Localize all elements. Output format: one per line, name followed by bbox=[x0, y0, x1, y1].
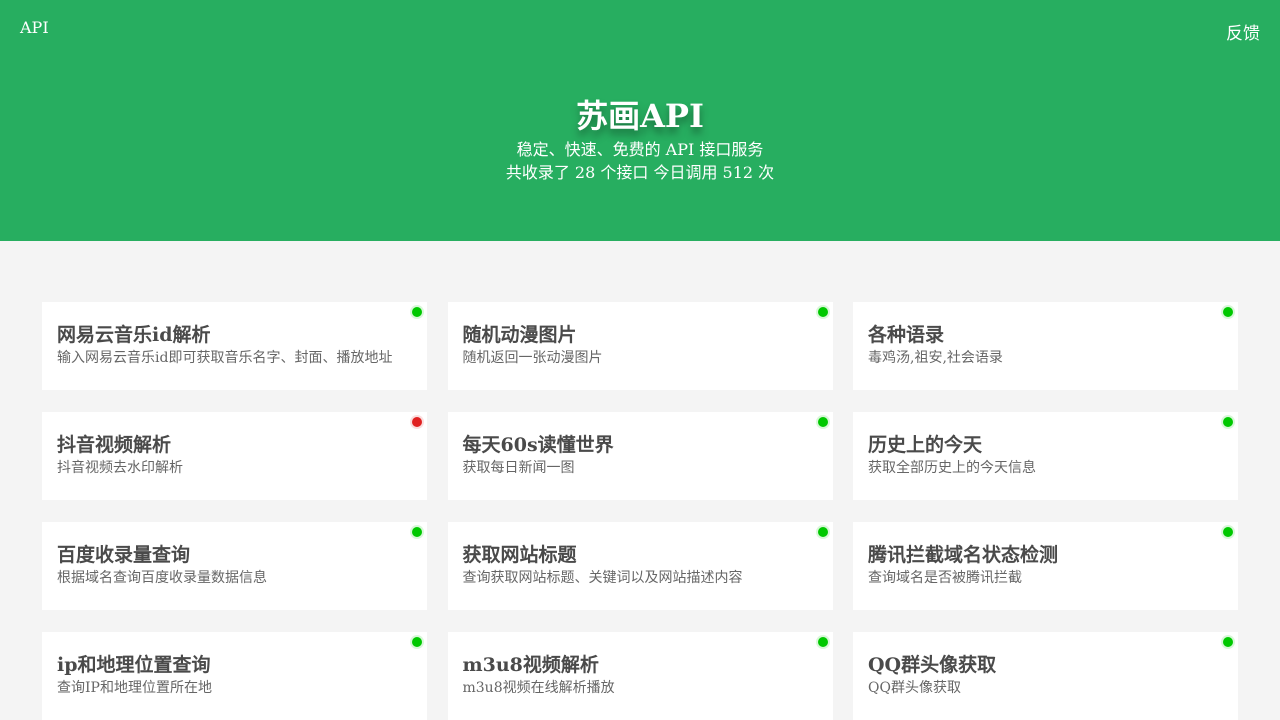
nav-api-link[interactable]: API bbox=[20, 18, 49, 37]
status-online-icon bbox=[1223, 527, 1233, 537]
site-subtitle: 稳定、快速、免费的 API 接口服务 bbox=[516, 140, 764, 159]
status-online-icon bbox=[817, 637, 828, 647]
site-title: 苏画API bbox=[576, 97, 704, 135]
api-card[interactable]: 网易云音乐id解析输入网易云音乐id即可获取音乐名字、封面、播放地址 bbox=[42, 302, 427, 390]
status-online-icon bbox=[1223, 417, 1233, 427]
api-card-title: 百度收录量查询 bbox=[57, 544, 191, 566]
api-card-description: 随机返回一张动漫图片 bbox=[462, 350, 603, 366]
api-card-description: 查询域名是否被腾讯拦截 bbox=[868, 570, 1022, 586]
api-card-description: 查询获取网站标题、关键词以及网站描述内容 bbox=[462, 570, 743, 586]
status-online-icon bbox=[412, 307, 422, 317]
status-online-icon bbox=[817, 307, 828, 317]
api-card-title: 抖音视频解析 bbox=[57, 434, 172, 456]
status-offline-icon bbox=[412, 417, 422, 427]
api-card-title: 各种语录 bbox=[868, 324, 945, 346]
api-card[interactable]: m3u8视频解析 m3u8视频在线解析播放 bbox=[447, 632, 833, 720]
api-card-title: 获取网站标题 bbox=[462, 544, 577, 566]
api-card-description: 毒鸡汤,祖安,社会语录 bbox=[868, 350, 1003, 366]
api-card-title: m3u8视频解析 bbox=[462, 654, 599, 676]
api-card-description: 输入网易云音乐id即可获取音乐名字、封面、播放地址 bbox=[57, 350, 393, 366]
status-online-icon bbox=[412, 527, 422, 537]
status-online-icon bbox=[817, 527, 828, 537]
api-card-title: 每天60s读懂世界 bbox=[462, 434, 614, 456]
api-card-description: 抖音视频去水印解析 bbox=[57, 460, 183, 476]
api-card-description: 查询IP和地理位置所在地 bbox=[57, 680, 212, 696]
usage-stats: 共收录了 28 个接口 今日调用 512 次 bbox=[505, 163, 775, 182]
api-card-title: QQ群头像获取 bbox=[868, 654, 997, 676]
status-online-icon bbox=[1223, 637, 1233, 647]
api-card-description: QQ群头像获取 bbox=[868, 680, 961, 696]
api-card[interactable]: ip和地理位置查询查询IP和地理位置所在地 bbox=[42, 632, 427, 720]
status-online-icon bbox=[817, 417, 828, 427]
status-online-icon bbox=[412, 637, 422, 647]
api-card[interactable]: 抖音视频解析抖音视频去水印解析 bbox=[42, 412, 427, 500]
api-card-title: 网易云音乐id解析 bbox=[57, 324, 211, 346]
api-card[interactable]: 腾讯拦截域名状态检测查询域名是否被腾讯拦截 bbox=[853, 522, 1238, 610]
api-card-title: 腾讯拦截域名状态检测 bbox=[868, 544, 1059, 566]
header-banner: API 反馈 苏画API 稳定、快速、免费的 API 接口服务 共收录了 28 … bbox=[0, 0, 1280, 241]
api-card-title: 历史上的今天 bbox=[868, 434, 983, 456]
api-card[interactable]: 获取网站标题查询获取网站标题、关键词以及网站描述内容 bbox=[447, 522, 833, 610]
api-card-title: 随机动漫图片 bbox=[462, 324, 577, 346]
api-card[interactable]: 每天60s读懂世界获取每日新闻一图 bbox=[447, 412, 833, 500]
api-card-grid: 网易云音乐id解析 输入网易云音乐id即可获取音乐名字、封面、播放地址 随机动漫图片… bbox=[42, 302, 1238, 720]
api-card-description: 获取每日新闻一图 bbox=[462, 460, 575, 476]
api-card[interactable]: 各种语录毒鸡汤,祖安,社会语录 bbox=[853, 302, 1238, 390]
status-online-icon bbox=[1223, 307, 1233, 317]
feedback-link[interactable]: 反馈 bbox=[1226, 19, 1260, 44]
api-card-title: ip和地理位置查询 bbox=[57, 654, 211, 676]
api-card-description: 获取全部历史上的今天信息 bbox=[868, 460, 1036, 476]
api-card[interactable]: 百度收录量查询根据域名查询百度收录量数据信息 bbox=[42, 522, 427, 610]
api-card[interactable]: 随机动漫图片随机返回一张动漫图片 bbox=[447, 302, 833, 390]
api-card[interactable]: 历史上的今天获取全部历史上的今天信息 bbox=[853, 412, 1238, 500]
api-card-description: m3u8视频在线解析播放 bbox=[462, 680, 615, 696]
api-card-description: 根据域名查询百度收录量数据信息 bbox=[57, 570, 267, 586]
hero: 苏画API 稳定、快速、免费的 API 接口服务 共收录了 28 个接口 今日调… bbox=[0, 96, 1280, 184]
api-card[interactable]: QQ群头像获取 QQ群头像获取 bbox=[853, 632, 1238, 720]
